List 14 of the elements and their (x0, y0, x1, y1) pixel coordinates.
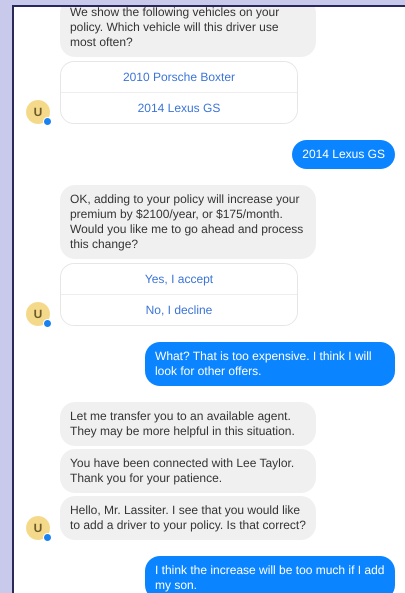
status-dot (43, 533, 52, 542)
bot-message: Hello, Mr. Lassiter. I see that you would like to add a driver to your policy. Is that correct? (60, 496, 316, 540)
bot-message: Let me transfer you to an available agent. They may be more helpful in this situation. (60, 402, 316, 446)
bot-avatar: U (26, 302, 50, 326)
bot-message: We show the following vehicles on your policy. Which vehicle will this driver use most often? (60, 7, 316, 57)
bot-message: You have been connected with Lee Taylor. Thank you for your patience. (60, 449, 316, 493)
status-dot (43, 117, 52, 126)
user-message: I think the increase will be too much if I add my son. (145, 556, 395, 593)
bot-avatar: U (26, 100, 50, 124)
user-message: What? That is too expensive. I think I will look for other offers. (145, 342, 395, 386)
status-dot (43, 319, 52, 328)
bot-message: OK, adding to your policy will increase your premium by $2100/year, or $175/month. Would you like me to go ahead and process this change? (60, 185, 316, 259)
user-message: 2014 Lexus GS (292, 140, 395, 169)
bot-avatar: U (26, 516, 50, 540)
